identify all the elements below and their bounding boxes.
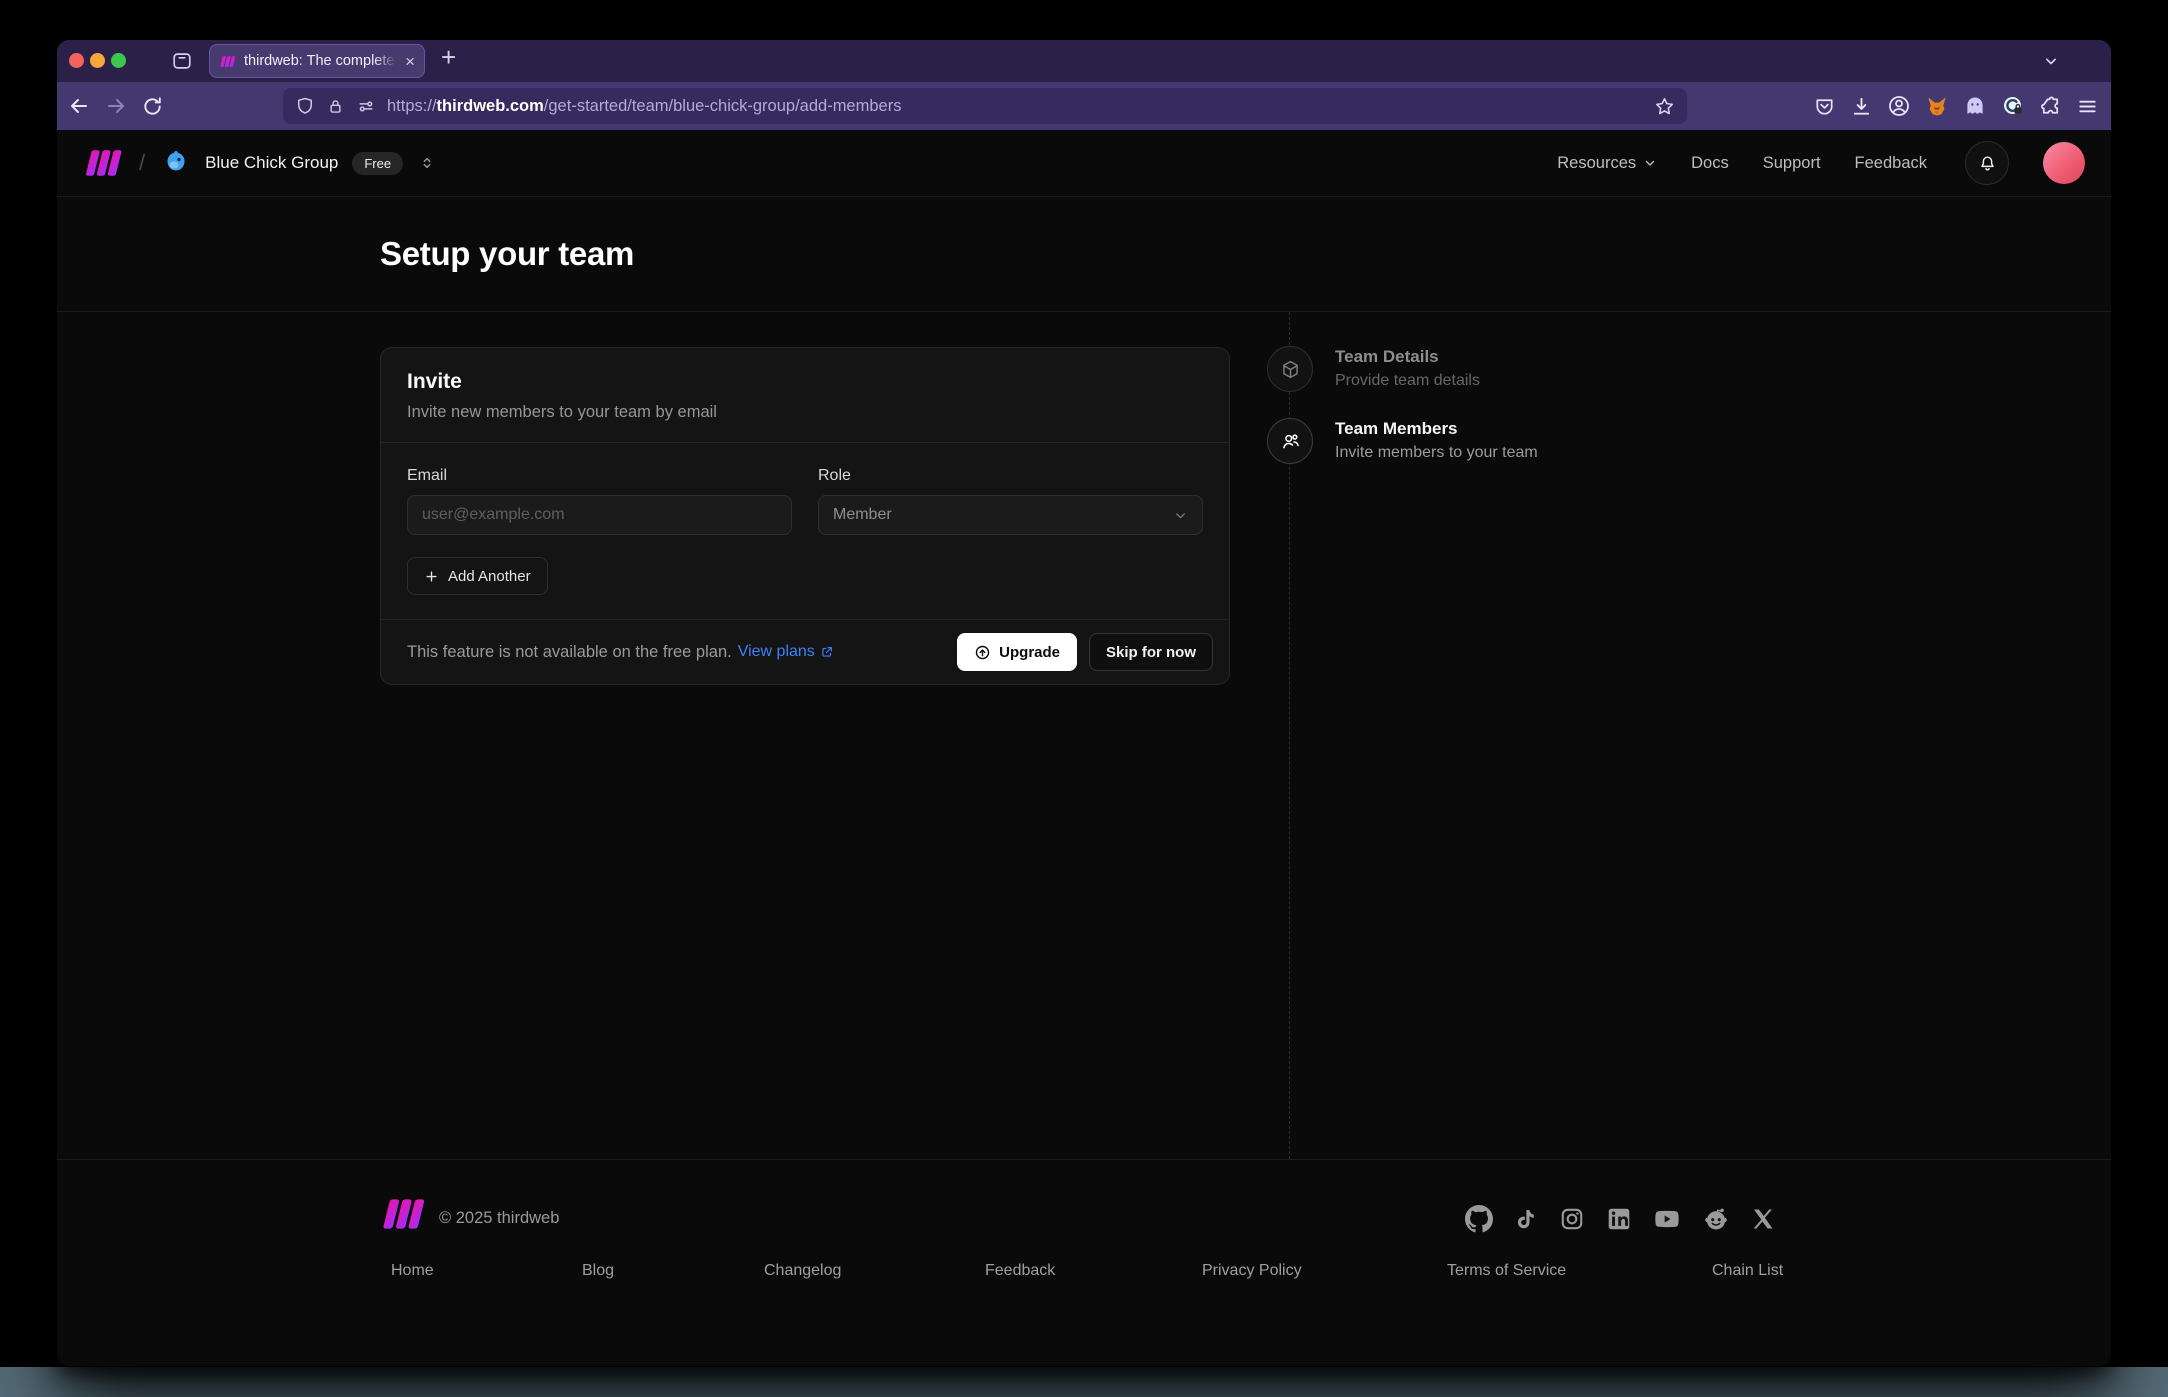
site-header: / Blue Chick Group Free Resources Docs S… [57, 130, 2111, 197]
external-link-icon [822, 647, 832, 657]
team-switcher-chevrons-icon[interactable] [419, 154, 435, 172]
reddit-icon[interactable] [1702, 1205, 1730, 1233]
firefox-view-icon[interactable] [171, 50, 193, 72]
user-avatar[interactable] [2043, 142, 2085, 184]
browser-tab-bar: thirdweb: The complete web3 de × + [57, 40, 2111, 82]
linkedin-icon[interactable] [1606, 1206, 1632, 1232]
invite-card-title: Invite [407, 370, 462, 393]
thirdweb-page: / Blue Chick Group Free Resources Docs S… [57, 130, 2111, 1366]
reload-button[interactable] [141, 95, 164, 118]
github-icon[interactable] [1465, 1205, 1493, 1233]
notifications-bell-button[interactable] [1965, 141, 2009, 185]
url-text[interactable]: https://thirdweb.com/get-started/team/bl… [387, 97, 901, 116]
downloads-icon[interactable] [1850, 95, 1873, 118]
add-another-button[interactable]: Add Another [407, 557, 548, 595]
forward-button[interactable] [104, 94, 128, 118]
back-button[interactable] [67, 94, 91, 118]
browser-window: thirdweb: The complete web3 de × + [57, 40, 2111, 1366]
new-tab-button[interactable]: + [441, 42, 456, 73]
window-controls [69, 53, 126, 68]
list-all-tabs-icon[interactable] [2041, 51, 2061, 71]
page-title-section: Setup your team [57, 197, 2111, 312]
email-label: Email [407, 467, 448, 484]
nav-feedback[interactable]: Feedback [1855, 154, 1927, 173]
copyright: © 2025 thirdweb [439, 1209, 560, 1227]
thirdweb-footer-logo[interactable] [380, 1198, 426, 1230]
tab-title: thirdweb: The complete web3 de [244, 53, 397, 69]
instagram-icon[interactable] [1559, 1206, 1585, 1232]
account-icon[interactable] [1887, 94, 1911, 118]
view-plans-link[interactable]: View plans [738, 643, 834, 661]
team-avatar-chick [161, 148, 191, 178]
circle-arrow-up-icon [975, 645, 990, 659]
page-title: Setup your team [380, 235, 635, 272]
menu-hamburger-icon[interactable] [2076, 95, 2099, 118]
chevron-down-icon [1173, 508, 1188, 523]
extensions-puzzle-icon[interactable] [2039, 95, 2062, 118]
email-field[interactable] [407, 495, 792, 535]
footer-link-privacy[interactable]: Privacy Policy [1202, 1262, 1302, 1280]
browser-toolbar: https://thirdweb.com/get-started/team/bl… [57, 82, 2111, 130]
step-team-details: Team Details Provide team details [1267, 346, 1480, 392]
minimize-window-button[interactable] [90, 53, 105, 68]
plus-icon [426, 570, 437, 582]
footer-link-chainlist[interactable]: Chain List [1712, 1262, 1783, 1280]
thirdweb-favicon [219, 55, 236, 68]
permissions-icon[interactable] [356, 96, 376, 116]
plan-badge: Free [352, 151, 404, 175]
browser-tab[interactable]: thirdweb: The complete web3 de × [209, 44, 425, 78]
role-select[interactable]: Member [818, 495, 1203, 535]
users-icon [1267, 418, 1313, 464]
footer-link-home[interactable]: Home [391, 1262, 434, 1280]
tiktok-icon[interactable] [1514, 1207, 1538, 1231]
bookmark-star-icon[interactable] [1654, 96, 1675, 117]
role-label: Role [818, 467, 851, 484]
team-name[interactable]: Blue Chick Group [205, 153, 338, 173]
youtube-icon[interactable] [1653, 1205, 1681, 1233]
invite-card: Invite Invite new members to your team b… [380, 347, 1230, 685]
tracking-protection-shield-icon[interactable] [295, 96, 315, 116]
footer-link-blog[interactable]: Blog [582, 1262, 614, 1280]
free-plan-note: This feature is not available on the fre… [407, 642, 732, 661]
close-window-button[interactable] [69, 53, 84, 68]
footer-link-changelog[interactable]: Changelog [764, 1262, 841, 1280]
thirdweb-logo[interactable] [83, 149, 123, 177]
password-manager-extension-icon[interactable] [2001, 94, 2025, 118]
x-twitter-icon[interactable] [1751, 1207, 1775, 1231]
zoom-window-button[interactable] [111, 53, 126, 68]
nav-resources[interactable]: Resources [1557, 154, 1657, 173]
nav-docs[interactable]: Docs [1691, 154, 1729, 173]
address-bar[interactable]: https://thirdweb.com/get-started/team/bl… [283, 88, 1687, 124]
step-team-members: Team Members Invite members to your team [1267, 418, 1538, 464]
bell-icon [1980, 155, 1994, 170]
footer-link-feedback[interactable]: Feedback [985, 1262, 1055, 1280]
upgrade-button[interactable]: Upgrade [957, 633, 1077, 671]
chevron-down-icon [1645, 160, 1655, 166]
connection-lock-icon[interactable] [326, 97, 345, 116]
main-content: Invite Invite new members to your team b… [57, 312, 2111, 1159]
invite-card-subtitle: Invite new members to your team by email [407, 403, 717, 421]
phantom-extension-icon[interactable] [1963, 94, 1987, 118]
breadcrumb-separator: / [139, 150, 146, 175]
footer-link-terms[interactable]: Terms of Service [1447, 1262, 1566, 1280]
metamask-extension-icon[interactable] [1925, 94, 1949, 118]
pocket-icon[interactable] [1813, 95, 1836, 118]
desktop-background [0, 1367, 2168, 1397]
skip-for-now-button[interactable]: Skip for now [1089, 633, 1213, 671]
tab-close-icon[interactable]: × [405, 53, 415, 70]
site-footer: © 2025 thirdweb Home Blog Changelog Feed… [57, 1159, 2111, 1366]
nav-support[interactable]: Support [1763, 154, 1821, 173]
cube-icon [1267, 346, 1313, 392]
